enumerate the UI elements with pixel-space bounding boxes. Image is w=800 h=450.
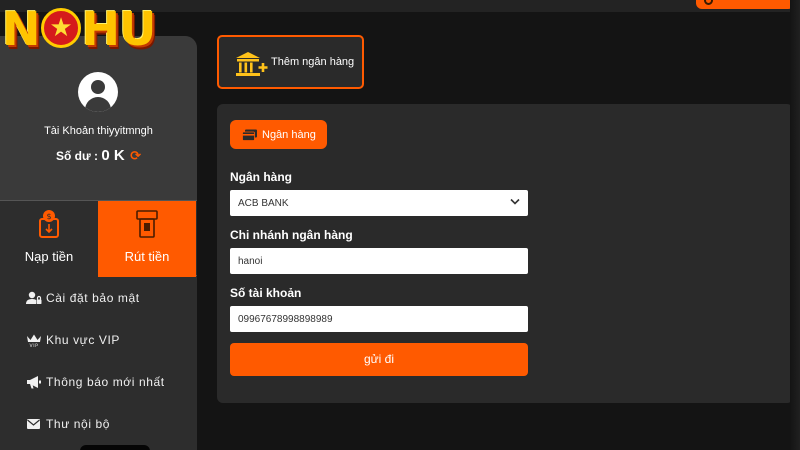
star-badge-icon: ★ <box>40 7 81 48</box>
account-username: thiyyitmngh <box>97 125 153 137</box>
account-number-label: Số tài khoản <box>230 286 302 300</box>
balance-value: 0 K <box>101 147 125 164</box>
sidebar-item-vip[interactable]: VIP Khu vực VIP <box>0 319 197 361</box>
sidebar-menu: Cài đặt bảo mật VIP Khu vực VIP Thông bá… <box>0 277 197 445</box>
sidebar-item-security-label: Cài đặt bảo mật <box>46 291 140 305</box>
refresh-icon[interactable]: ⟳ <box>130 148 141 163</box>
sidebar: Tài Khoản thiyyitmngh Số dư : 0 K ⟳ $ Nạ… <box>0 36 197 450</box>
bank-chip-label: Ngân hàng <box>262 128 316 141</box>
avatar-icon[interactable] <box>78 72 118 112</box>
add-bank-button[interactable]: Thêm ngân hàng <box>217 35 364 89</box>
account-label: Tài Khoản <box>44 125 95 137</box>
tab-withdraw[interactable]: Rút tiền <box>98 201 196 277</box>
svg-text:VIP: VIP <box>30 343 39 347</box>
sidebar-item-notifications-label: Thông báo mới nhất <box>46 375 165 389</box>
sidebar-item-inbox-label: Thư nội bộ <box>46 417 111 431</box>
bank-select[interactable]: ACB BANK <box>230 190 528 216</box>
balance-label: Số dư : <box>56 149 99 163</box>
svg-text:$: $ <box>46 212 51 221</box>
submit-button[interactable]: gửi đi <box>230 343 528 376</box>
sidebar-item-vip-label: Khu vực VIP <box>46 333 120 347</box>
tab-withdraw-label: Rút tiền <box>124 249 170 264</box>
wallet-tabs: $ Nạp tiền Rút tiền <box>0 200 197 277</box>
account-line: Tài Khoản thiyyitmngh <box>0 125 197 137</box>
user-lock-icon <box>26 291 42 304</box>
logo-text-right: HU <box>81 2 157 56</box>
sidebar-item-inbox[interactable]: Thư nội bộ <box>0 403 197 445</box>
right-edge <box>790 0 800 450</box>
add-bank-label: Thêm ngân hàng <box>271 56 355 68</box>
chevron-down-icon <box>510 198 520 205</box>
account-number-value: 09967678998898989 <box>238 313 333 325</box>
bank-chip[interactable]: Ngân hàng <box>230 120 327 149</box>
envelope-icon <box>27 419 40 429</box>
deposit-icon: $ <box>39 210 59 238</box>
bank-card-icon <box>242 129 257 141</box>
megaphone-icon <box>27 376 41 389</box>
branch-label: Chi nhánh ngân hàng <box>230 228 353 242</box>
branch-input[interactable]: hanoi <box>230 248 528 274</box>
tab-deposit[interactable]: $ Nạp tiền <box>0 201 98 277</box>
profile-card: Tài Khoản thiyyitmngh Số dư : 0 K ⟳ <box>0 36 197 200</box>
account-number-input[interactable]: 09967678998898989 <box>230 306 528 332</box>
power-icon <box>704 0 713 5</box>
vip-crown-icon: VIP <box>27 334 41 347</box>
tab-deposit-label: Nạp tiền <box>24 249 74 264</box>
sidebar-item-security[interactable]: Cài đặt bảo mật <box>0 277 197 319</box>
balance-line: Số dư : 0 K ⟳ <box>0 147 197 164</box>
site-logo[interactable]: N ★ HU <box>2 0 184 58</box>
bank-form-panel: Ngân hàng Ngân hàng ACB BANK Chi nhánh n… <box>217 104 793 403</box>
top-action-button[interactable] <box>696 0 794 9</box>
branch-input-value: hanoi <box>238 255 263 267</box>
floating-pill[interactable] <box>80 445 150 450</box>
bank-select-label: Ngân hàng <box>230 170 292 184</box>
withdraw-icon <box>136 210 158 238</box>
logo-text-left: N <box>2 2 40 56</box>
sidebar-item-notifications[interactable]: Thông báo mới nhất <box>0 361 197 403</box>
bank-select-value: ACB BANK <box>238 197 289 209</box>
bank-add-icon <box>236 52 268 76</box>
